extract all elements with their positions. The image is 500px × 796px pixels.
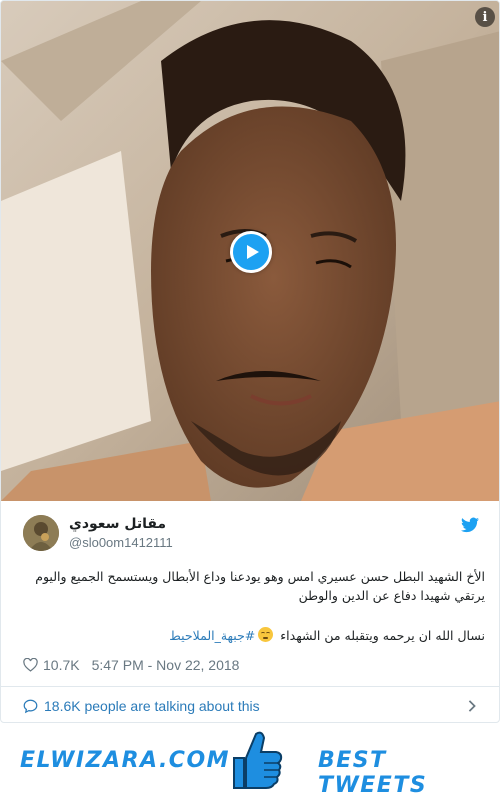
tweet-text: الأخ الشهيد البطل حسن عسيري امس وهو يودع… xyxy=(21,567,485,666)
tweet-paragraph-1: الأخ الشهيد البطل حسن عسيري امس وهو يودع… xyxy=(35,569,485,603)
brand-banner: ELWIZARA.COM BEST TWEETS xyxy=(0,726,500,796)
divider xyxy=(1,686,499,687)
conversation-link[interactable]: 18.6K people are talking about this xyxy=(23,696,260,716)
brand-tagline: BEST TWEETS xyxy=(318,748,428,796)
chevron-right-icon[interactable] xyxy=(467,700,477,712)
twitter-bird-icon[interactable] xyxy=(461,517,479,533)
video-thumbnail[interactable]: i xyxy=(1,1,499,501)
tweet-card: i مقاتل سعودي @slo0om1412111 الأخ الشهيد… xyxy=(0,0,500,723)
conversation-label: 18.6K people are talking about this xyxy=(44,698,260,714)
play-button[interactable] xyxy=(230,231,272,273)
play-icon xyxy=(246,245,259,259)
tweet-paragraph-2-text: نسال الله ان يرحمه ويتقبله من الشهداء xyxy=(280,628,485,643)
heart-icon[interactable] xyxy=(23,658,38,672)
tweet-meta: 10.7K 5:47 PM - Nov 22, 2018 xyxy=(23,656,239,674)
thumbs-up-icon xyxy=(233,731,283,789)
like-count[interactable]: 10.7K xyxy=(43,657,80,673)
speech-bubble-icon xyxy=(23,699,38,713)
info-icon[interactable]: i xyxy=(475,7,495,27)
avatar[interactable] xyxy=(23,515,59,551)
author-name[interactable]: مقاتل سعودي xyxy=(69,516,166,532)
hashtag-link[interactable]: #جبهة_الملاحيط xyxy=(169,628,255,643)
author-handle[interactable]: @slo0om1412111 xyxy=(69,535,173,550)
pensive-face-icon xyxy=(258,627,274,642)
tweet-author: مقاتل سعودي @slo0om1412111 xyxy=(23,515,479,553)
tweet-timestamp[interactable]: 5:47 PM - Nov 22, 2018 xyxy=(92,657,240,673)
brand-name: ELWIZARA.COM xyxy=(20,748,231,773)
tweet-paragraph-2: نسال الله ان يرحمه ويتقبله من الشهداء #ج… xyxy=(21,626,485,645)
